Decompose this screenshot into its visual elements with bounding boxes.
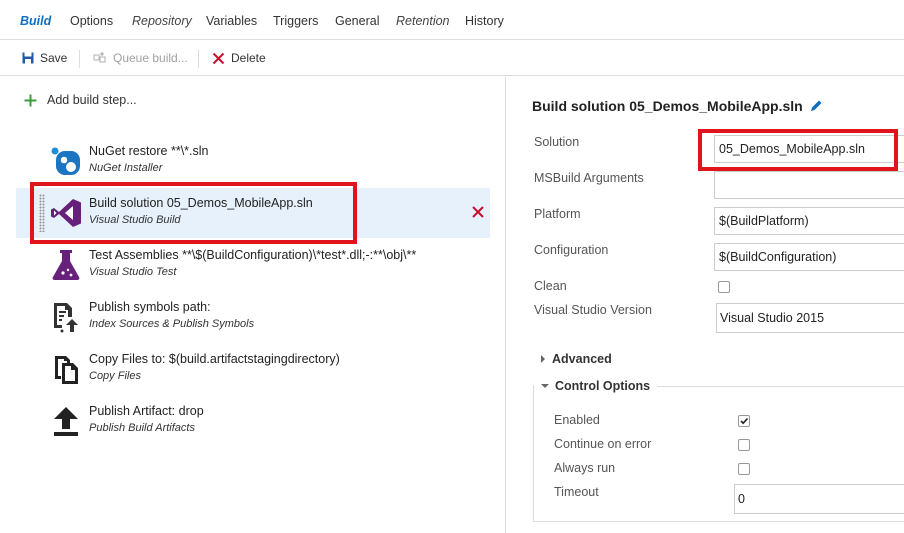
build-step-copy-files[interactable]: Copy Files to: $(build.artifactstagingdi… [16, 344, 490, 394]
tab-variables[interactable]: Variables [206, 14, 257, 28]
tab-triggers[interactable]: Triggers [273, 14, 318, 28]
visual-studio-icon [51, 199, 81, 227]
advanced-label: Advanced [552, 352, 612, 366]
control-options-label: Control Options [555, 379, 651, 393]
build-step-nuget[interactable]: NuGet restore **\*.sln NuGet Installer [16, 136, 490, 186]
solution-input[interactable]: 05_Demos_MobileApp.sln [714, 135, 904, 163]
vs-version-label: Visual Studio Version [534, 303, 652, 317]
save-label: Save [40, 51, 68, 65]
toolbar-divider [198, 50, 199, 68]
publish-symbols-icon [54, 303, 78, 333]
step-title: Publish symbols path: [89, 300, 211, 314]
pencil-edit-icon[interactable] [809, 99, 823, 113]
delete-label: Delete [231, 51, 266, 65]
add-build-step-button[interactable]: Add build step... [24, 93, 137, 107]
control-options-toggle[interactable]: Control Options [541, 379, 657, 393]
tab-options[interactable]: Options [70, 14, 113, 28]
upload-arrow-icon [54, 407, 78, 436]
configuration-label: Configuration [534, 243, 609, 257]
platform-input[interactable]: $(BuildPlatform) [714, 207, 904, 235]
save-button[interactable]: Save [22, 51, 67, 65]
continue-on-error-checkbox[interactable] [738, 439, 750, 451]
step-subtitle: Visual Studio Build [89, 214, 181, 226]
tab-build[interactable]: Build [20, 14, 51, 28]
chevron-right-icon [541, 355, 545, 363]
copy-files-icon [55, 356, 78, 384]
control-options-divider [657, 386, 904, 387]
build-step-test-assemblies[interactable]: Test Assemblies **\$(BuildConfiguration)… [16, 240, 490, 290]
save-icon [22, 52, 34, 64]
checkmark-icon [740, 417, 749, 425]
always-run-checkbox[interactable] [738, 463, 750, 475]
step-subtitle: NuGet Installer [89, 162, 163, 174]
clean-checkbox[interactable] [718, 281, 730, 293]
build-step-publish-artifact[interactable]: Publish Artifact: drop Publish Build Art… [16, 396, 490, 446]
queue-build-label: Queue build... [113, 51, 188, 65]
details-title-text: Build solution 05_Demos_MobileApp.sln [532, 98, 803, 114]
delete-button[interactable]: Delete [212, 51, 266, 65]
queue-build-button[interactable]: Queue build... [93, 51, 188, 65]
continue-on-error-label: Continue on error [554, 437, 652, 451]
msbuild-arguments-label: MSBuild Arguments [534, 171, 644, 185]
step-title: Publish Artifact: drop [89, 404, 204, 418]
tab-bar: Build Options Repository Variables Trigg… [0, 0, 904, 40]
timeout-input[interactable]: 0 [734, 484, 904, 514]
timeout-label: Timeout [554, 485, 599, 499]
step-subtitle: Index Sources & Publish Symbols [89, 318, 255, 330]
always-run-label: Always run [554, 461, 616, 475]
step-details-title: Build solution 05_Demos_MobileApp.sln [532, 98, 823, 114]
remove-step-icon[interactable] [471, 205, 485, 219]
step-title: NuGet restore **\*.sln [89, 144, 209, 158]
plus-icon [24, 94, 37, 106]
vs-version-select[interactable]: Visual Studio 2015 [716, 303, 904, 333]
toolbar-divider [79, 50, 80, 68]
step-subtitle: Publish Build Artifacts [89, 422, 195, 434]
advanced-section-toggle[interactable]: Advanced [540, 352, 612, 366]
msbuild-arguments-input[interactable] [714, 171, 904, 199]
chevron-down-icon [541, 384, 549, 388]
tab-general[interactable]: General [335, 14, 379, 28]
toolbar: Save Queue build... Delete [0, 40, 904, 76]
step-details-panel: Build solution 05_Demos_MobileApp.sln So… [507, 77, 904, 533]
clean-label: Clean [534, 279, 567, 293]
add-build-step-label: Add build step... [47, 93, 137, 107]
step-title: Build solution 05_Demos_MobileApp.sln [89, 196, 313, 210]
build-step-build-solution[interactable]: Build solution 05_Demos_MobileApp.sln Vi… [16, 188, 490, 238]
configuration-input[interactable]: $(BuildConfiguration) [714, 243, 904, 271]
enabled-checkbox[interactable] [738, 415, 750, 427]
step-subtitle: Copy Files [89, 370, 141, 382]
tab-repository[interactable]: Repository [132, 14, 192, 28]
step-title: Copy Files to: $(build.artifactstagingdi… [89, 352, 340, 366]
enabled-label: Enabled [554, 413, 600, 427]
step-subtitle: Visual Studio Test [89, 266, 177, 278]
platform-label: Platform [534, 207, 581, 221]
solution-label: Solution [534, 135, 580, 149]
tab-history[interactable]: History [465, 14, 504, 28]
queue-build-icon [93, 52, 106, 63]
drag-handle[interactable] [39, 194, 45, 232]
nuget-icon [51, 147, 80, 175]
build-steps-panel: Add build step... NuGet restore **\*.sln… [0, 77, 506, 533]
build-step-publish-symbols[interactable]: Publish symbols path: Index Sources & Pu… [16, 292, 490, 342]
tab-retention[interactable]: Retention [396, 14, 450, 28]
delete-x-icon [212, 52, 225, 64]
flask-icon [52, 250, 80, 280]
step-title: Test Assemblies **\$(BuildConfiguration)… [89, 248, 417, 262]
